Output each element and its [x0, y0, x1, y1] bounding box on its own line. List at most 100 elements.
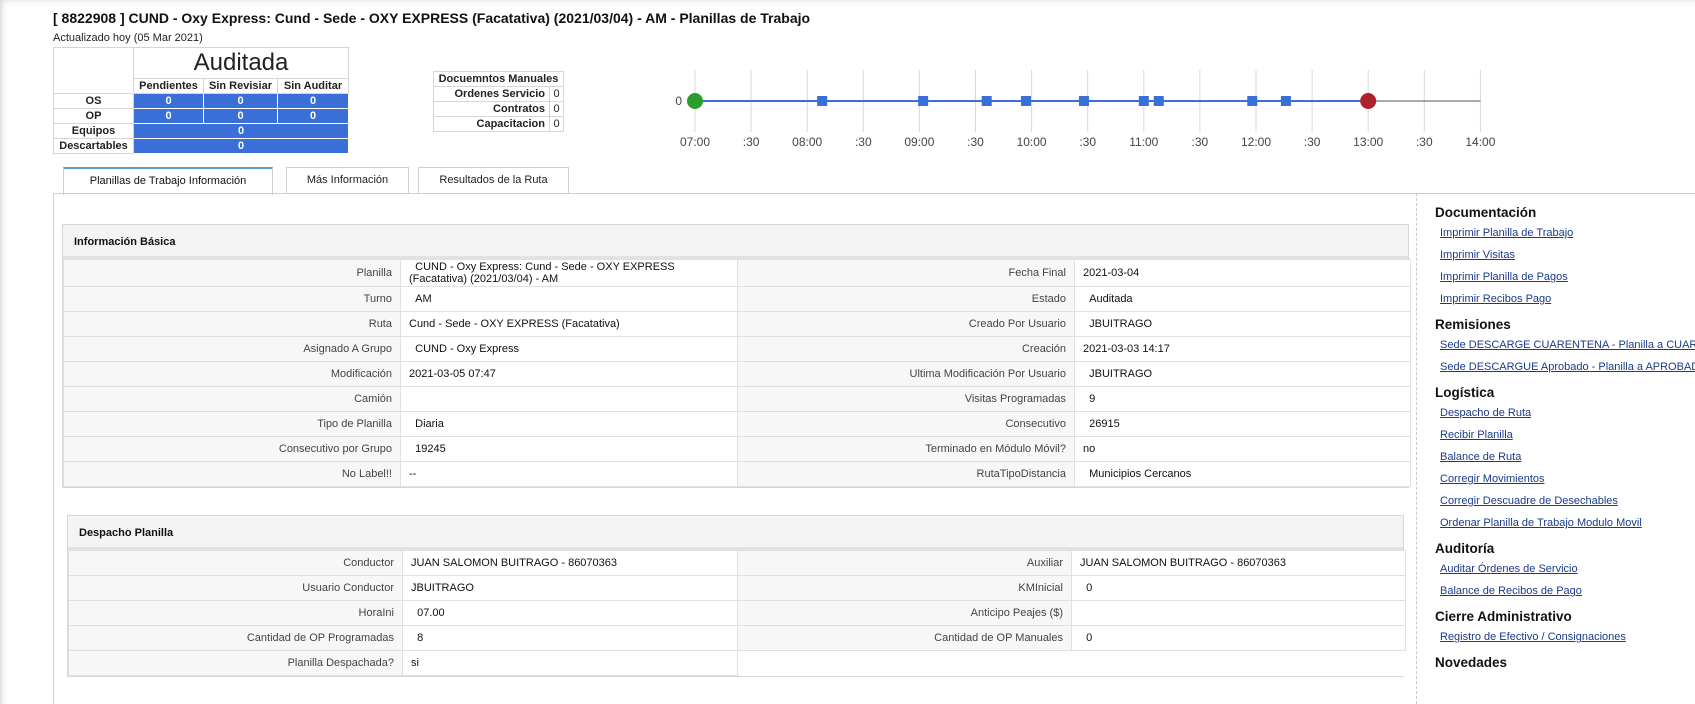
field-label: Creado Por Usuario: [737, 311, 1075, 337]
sidebar-link-corregir-movimientos[interactable]: Corregir Movimientos: [1440, 473, 1545, 485]
dispatch-grid: Conductor JUAN SALOMON BUITRAGO - 8607036…: [68, 550, 1406, 676]
timeline-end-marker: [1360, 93, 1377, 109]
summary-cell[interactable]: 0: [133, 123, 349, 139]
summary-cell[interactable]: 0: [203, 93, 278, 109]
field-value: Auditada: [1074, 286, 1411, 312]
timeline-tick-label: 10:00: [1017, 135, 1047, 149]
dispatch-row: Cantidad de OP Programadas 8 Cantidad de …: [68, 625, 1406, 651]
basic-info-row: No Label!! -- RutaTipoDistancia Municipios…: [63, 461, 1411, 487]
field-label: Tipo de Planilla: [63, 411, 401, 437]
field-value: Municipios Cercanos: [1074, 461, 1411, 487]
summary-col-sin-revisiar: Sin Revisiar: [203, 78, 278, 94]
timeline-visit-marker: [1280, 96, 1291, 106]
summary-cell[interactable]: 0: [277, 93, 349, 109]
field-label: [737, 650, 1072, 676]
page-title: [ 8822908 ] CUND - Oxy Express: Cund - S…: [53, 10, 811, 26]
sidebar-link-corregir-descuadre-de-desechables[interactable]: Corregir Descuadre de Desechables: [1440, 495, 1618, 507]
basic-info-row: Ruta Cund - Sede - OXY EXPRESS (Facatativ…: [63, 311, 1411, 337]
timeline-tick-label: :30: [1416, 135, 1433, 149]
summary-cell[interactable]: 0: [133, 93, 204, 109]
field-value: Cund - Sede - OXY EXPRESS (Facatativa): [400, 311, 738, 337]
timeline-tick-label: :30: [1192, 135, 1209, 149]
tab-resultados-ruta[interactable]: Resultados de la Ruta: [418, 167, 569, 194]
basic-info-row: Camión Visitas Programadas 9: [63, 386, 1411, 412]
summary-cell[interactable]: 0: [277, 108, 349, 124]
sidebar-link-balance-de-ruta[interactable]: Balance de Ruta: [1440, 451, 1521, 463]
timeline-y-label: 0: [675, 94, 682, 108]
field-value: --: [400, 461, 738, 487]
field-value: 19245: [400, 436, 738, 462]
tab-mas-informacion[interactable]: Más Información: [286, 167, 409, 194]
dispatch-row: Usuario Conductor JBUITRAGO KMInicial 0: [68, 575, 1406, 601]
route-timeline: 07:00:30 08:00:30 09:00:30 10:00:30 11:00:30…: [665, 66, 1505, 156]
field-value: si: [402, 650, 738, 676]
timeline-visit-marker: [1020, 96, 1031, 106]
field-label: KMInicial: [737, 575, 1072, 601]
manual-doc-label: Capacitacion: [433, 116, 550, 132]
timeline-tick-label: 12:00: [1241, 135, 1271, 149]
summary-cell[interactable]: 0: [133, 138, 349, 154]
summary-cell[interactable]: 0: [203, 108, 278, 124]
timeline-tick-label: :30: [967, 135, 984, 149]
field-label: Auxiliar: [737, 550, 1072, 576]
field-label: Creación: [737, 336, 1075, 362]
timeline-tick-label: :30: [1079, 135, 1096, 149]
field-label: Consecutivo: [737, 411, 1075, 437]
basic-info-title: Información Básica: [63, 225, 1408, 259]
field-value: JBUITRAGO: [1074, 361, 1411, 387]
sidebar-link-imprimir-planilla-de-pagos[interactable]: Imprimir Planilla de Pagos: [1440, 271, 1568, 283]
timeline-svg: 07:00:30 08:00:30 09:00:30 10:00:30 11:00:30…: [675, 70, 1496, 149]
sidebar-link-sede-descargue-aprobado-planilla-a-aprobado[interactable]: Sede DESCARGUE Aprobado - Planilla a APR…: [1440, 361, 1695, 373]
sidebar-section-cierre-administrativo: Cierre Administrativo: [1435, 609, 1572, 624]
summary-col-pendientes: Pendientes: [133, 78, 204, 94]
field-value: [1071, 600, 1406, 626]
sidebar-link-registro-de-efectivo-consignaciones[interactable]: Registro de Efectivo / Consignaciones: [1440, 631, 1626, 643]
sidebar-link-ordenar-planilla-de-trabajo-modulo-movil[interactable]: Ordenar Planilla de Trabajo Modulo Movil: [1440, 517, 1642, 529]
status-summary-table: Auditada Pendientes Sin Revisiar Sin Aud…: [53, 47, 349, 154]
timeline-tick-label: 13:00: [1353, 135, 1383, 149]
field-value: 0: [1071, 575, 1406, 601]
timeline-visit-marker: [1247, 96, 1258, 106]
manual-doc-value: 0: [549, 86, 564, 102]
sidebar-link-balance-de-recibos-de-pago[interactable]: Balance de Recibos de Pago: [1440, 585, 1582, 597]
sidebar-section-logistica: Logística: [1435, 385, 1495, 400]
field-value: Diaria: [400, 411, 738, 437]
field-label: Turno: [63, 286, 401, 312]
sidebar-link-recibir-planilla[interactable]: Recibir Planilla: [1440, 429, 1513, 441]
field-label: Usuario Conductor: [68, 575, 403, 601]
sidebar-link-imprimir-recibos-pago[interactable]: Imprimir Recibos Pago: [1440, 293, 1551, 305]
manual-doc-value: 0: [549, 116, 564, 132]
field-label: Cantidad de OP Programadas: [68, 625, 403, 651]
manual-doc-label: Contratos: [433, 101, 550, 117]
timeline-tick-label: :30: [743, 135, 760, 149]
field-value: 2021-03-05 07:47: [400, 361, 738, 387]
sidebar-link-imprimir-planilla-de-trabajo[interactable]: Imprimir Planilla de Trabajo: [1440, 227, 1573, 239]
summary-row-label: Descartables: [53, 138, 134, 154]
sidebar-section-novedades: Novedades: [1435, 655, 1508, 670]
timeline-tick-label: 11:00: [1129, 135, 1158, 149]
summary-cell[interactable]: 0: [133, 108, 204, 124]
field-value: 0: [1071, 625, 1406, 651]
sidebar-link-auditar-ordenes-de-servicio[interactable]: Auditar Órdenes de Servicio: [1440, 563, 1578, 575]
tab-planillas-info[interactable]: Planillas de Trabajo Información: [63, 167, 273, 195]
dispatch-row: HoraIni 07.00 Anticipo Peajes ($): [68, 600, 1406, 626]
field-label: Ultima Modificación Por Usuario: [737, 361, 1075, 387]
field-label: Planilla: [63, 259, 401, 287]
field-label: RutaTipoDistancia: [737, 461, 1075, 487]
field-label: Anticipo Peajes ($): [737, 600, 1072, 626]
basic-info-row: Asignado A Grupo CUND - Oxy Express Creac…: [63, 336, 1411, 362]
field-value: AM: [400, 286, 738, 312]
manual-docs-table: Docuemntos Manuales Ordenes Servicio 0 C…: [433, 71, 564, 132]
timeline-tick-label: :30: [1304, 135, 1321, 149]
summary-status: Auditada: [133, 47, 349, 79]
timeline-visit-marker: [1138, 96, 1149, 106]
timeline-start-marker: [687, 93, 703, 109]
field-value: 8: [402, 625, 738, 651]
sidebar-link-imprimir-visitas[interactable]: Imprimir Visitas: [1440, 249, 1515, 261]
sidebar-link-sede-descarge-cuarentena-planilla-a-cuarentena[interactable]: Sede DESCARGE CUARENTENA - Planilla a CU…: [1440, 339, 1695, 351]
basic-info-row: Tipo de Planilla Diaria Consecutivo 26915: [63, 411, 1411, 437]
dispatch-title: Despacho Planilla: [68, 516, 1403, 550]
basic-info-row: Consecutivo por Grupo 19245 Terminado en …: [63, 436, 1411, 462]
sidebar-divider: [1416, 193, 1417, 704]
sidebar-link-despacho-de-ruta[interactable]: Despacho de Ruta: [1440, 407, 1531, 419]
